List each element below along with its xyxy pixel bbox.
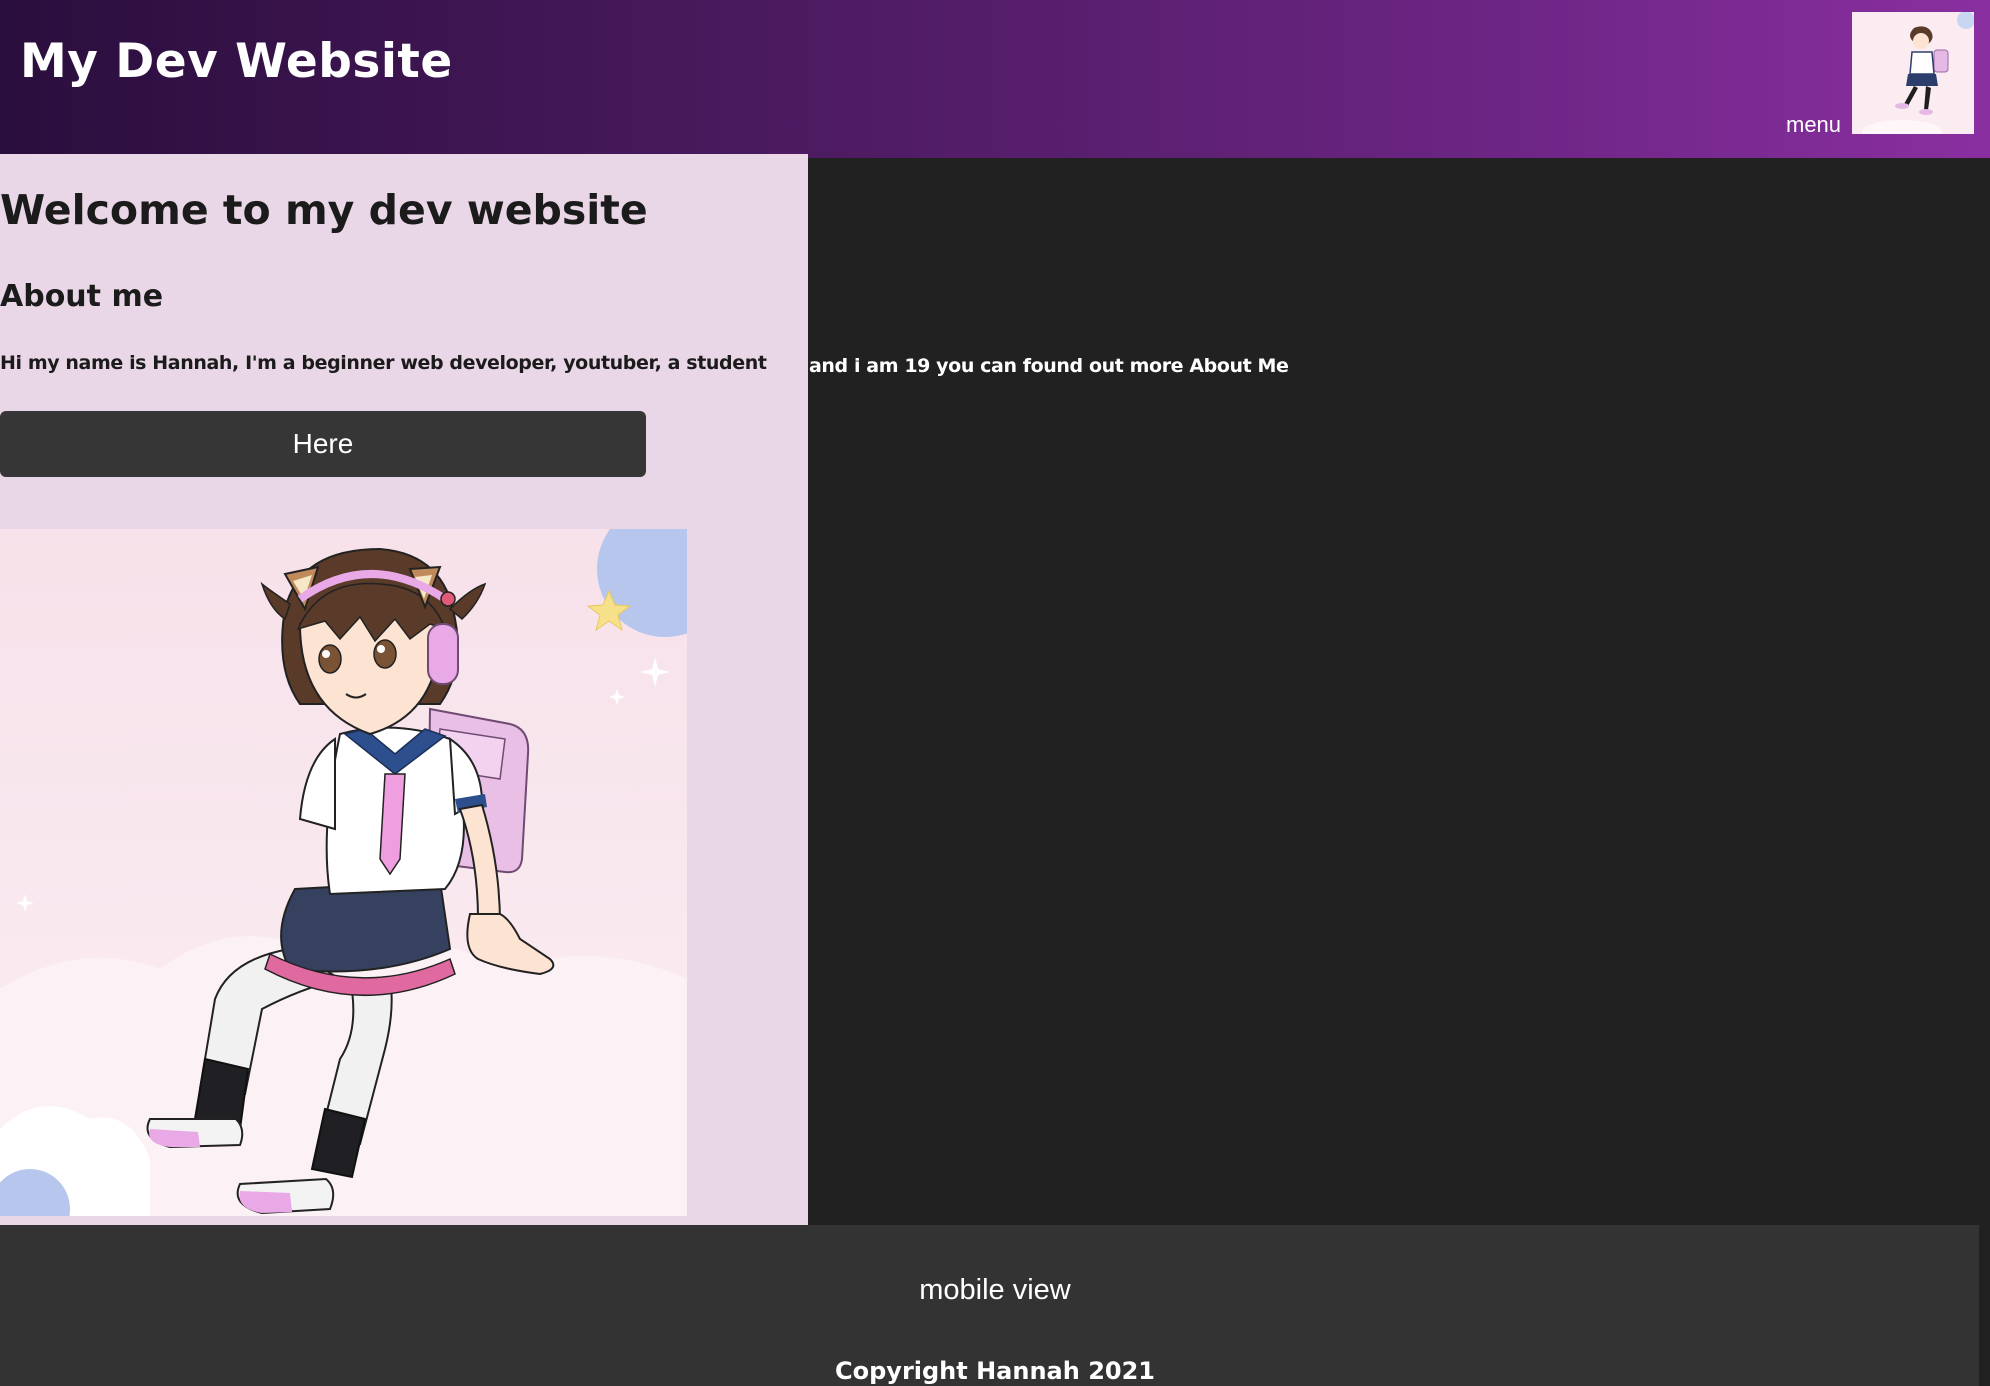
intro-text-overflow: and i am 19 you can found out more About… [809,355,1289,377]
anime-girl-illustration [0,529,687,1216]
about-heading: About me [0,279,164,314]
page-heading: Welcome to my dev website [0,186,648,234]
site-title: My Dev Website [20,34,453,89]
avatar-icon[interactable] [1852,12,1974,134]
menu-link[interactable]: menu [1786,112,1841,138]
mobile-view-link[interactable]: mobile view [0,1274,1990,1307]
copyright-text: Copyright Hannah 2021 [835,1357,1155,1385]
intro-text: Hi my name is Hannah, I'm a beginner web… [0,352,767,374]
here-button[interactable]: Here [0,411,646,477]
site-header: My Dev Website menu [0,0,1990,158]
